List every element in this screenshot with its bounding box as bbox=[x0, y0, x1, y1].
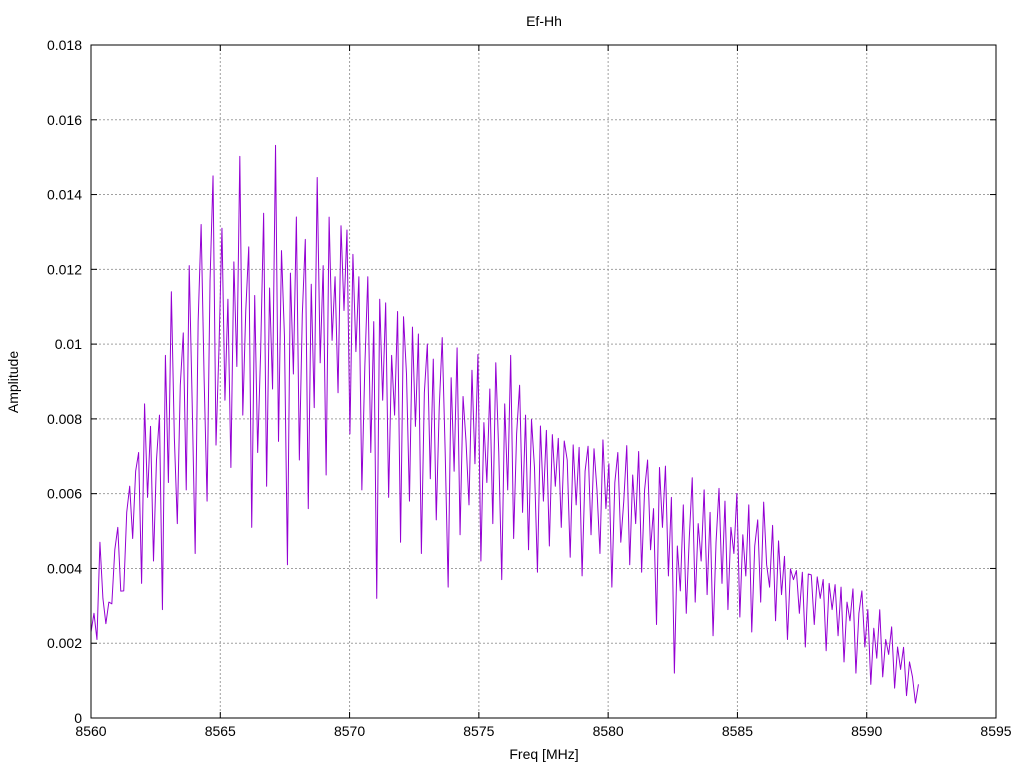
y-tick-label: 0.012 bbox=[47, 261, 82, 277]
x-tick-label: 8595 bbox=[980, 723, 1011, 739]
x-axis-title: Freq [MHz] bbox=[509, 746, 578, 762]
y-tick-label: 0.008 bbox=[47, 411, 82, 427]
x-tick-label: 8585 bbox=[722, 723, 753, 739]
x-tick-label: 8570 bbox=[334, 723, 365, 739]
y-tick-label: 0.018 bbox=[47, 37, 82, 53]
y-tick-label: 0.002 bbox=[47, 635, 82, 651]
x-tick-label: 8580 bbox=[593, 723, 624, 739]
chart: 8560 8565 8570 8575 8580 8585 8590 859500.0020.… bbox=[0, 0, 1024, 768]
y-tick-label: 0.016 bbox=[47, 112, 82, 128]
y-tick-label: 0.004 bbox=[47, 560, 82, 576]
y-tick-label: 0.014 bbox=[47, 187, 82, 203]
x-tick-label: 8590 bbox=[851, 723, 882, 739]
chart-title: Ef-Hh bbox=[526, 13, 562, 29]
y-tick-label: 0 bbox=[74, 710, 82, 726]
chart-background bbox=[0, 0, 1024, 768]
y-tick-label: 0.006 bbox=[47, 486, 82, 502]
y-axis-title: Amplitude bbox=[5, 351, 21, 413]
x-tick-label: 8575 bbox=[463, 723, 494, 739]
x-tick-label: 8565 bbox=[205, 723, 236, 739]
y-tick-label: 0.01 bbox=[55, 336, 82, 352]
